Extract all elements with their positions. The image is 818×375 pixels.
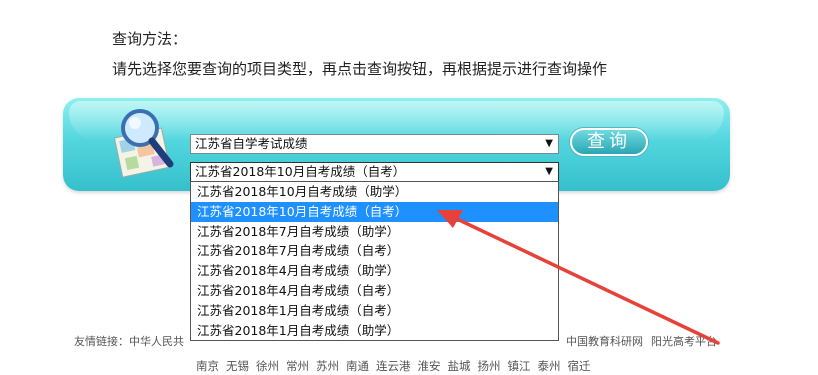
city-link[interactable]: 淮安 bbox=[418, 359, 441, 373]
city-link[interactable]: 苏州 bbox=[316, 359, 339, 373]
city-link[interactable]: 南京 bbox=[196, 359, 219, 373]
category-select-value: 江苏省自学考试成绩 bbox=[195, 136, 308, 151]
link-cernet[interactable]: 中国教育科研网 bbox=[566, 335, 643, 348]
friend-links-list: 中国教育科研网 阳光高考平台 bbox=[566, 333, 725, 349]
dropdown-option[interactable]: 江苏省2018年10月自考成绩（自考） bbox=[191, 201, 558, 222]
dropdown-option[interactable]: 江苏省2018年10月自考成绩（助学） bbox=[191, 182, 558, 202]
city-link[interactable]: 南通 bbox=[346, 359, 369, 373]
dropdown-option[interactable]: 江苏省2018年1月自考成绩（自考） bbox=[191, 301, 558, 321]
city-links: 南京 无锡 徐州 常州 苏州 南通 连云港 淮安 盐城 扬州 镇江 泰州 宿迁 bbox=[196, 358, 598, 374]
dropdown-option[interactable]: 江苏省2018年7月自考成绩（自考） bbox=[191, 241, 558, 261]
chevron-down-icon: ▼ bbox=[545, 166, 553, 177]
item-select[interactable]: 江苏省2018年10月自考成绩（自考） ▼ bbox=[190, 162, 559, 182]
city-link[interactable]: 镇江 bbox=[508, 359, 531, 373]
dropdown-option[interactable]: 江苏省2018年4月自考成绩（助学） bbox=[191, 261, 558, 281]
city-link[interactable]: 盐城 bbox=[448, 359, 471, 373]
magnifier-over-map-icon bbox=[113, 109, 174, 178]
instructions-text: 请先选择您要查询的项目类型，再点击查询按钮，再根据提示进行查询操作 bbox=[112, 60, 608, 78]
city-link[interactable]: 扬州 bbox=[478, 359, 501, 373]
city-link[interactable]: 宿迁 bbox=[568, 359, 591, 373]
city-link[interactable]: 连云港 bbox=[376, 359, 411, 373]
link-gaokao[interactable]: 阳光高考平台 bbox=[651, 335, 717, 348]
city-link[interactable]: 常州 bbox=[286, 359, 309, 373]
chevron-down-icon: ▼ bbox=[545, 138, 553, 149]
category-select[interactable]: 江苏省自学考试成绩 ▼ bbox=[190, 134, 559, 154]
dropdown-option[interactable]: 江苏省2018年4月自考成绩（自考） bbox=[191, 281, 558, 301]
dropdown-option[interactable]: 江苏省2018年7月自考成绩（助学） bbox=[191, 222, 558, 242]
city-link[interactable]: 徐州 bbox=[256, 359, 279, 373]
city-link[interactable]: 无锡 bbox=[226, 359, 249, 373]
item-select-value: 江苏省2018年10月自考成绩（自考） bbox=[195, 164, 406, 179]
query-button[interactable]: 查询 bbox=[570, 128, 648, 156]
friend-links-label: 友情链接：中华人民共 bbox=[74, 335, 184, 348]
item-dropdown-list: 江苏省2018年10月自考成绩（助学） 江苏省2018年10月自考成绩（自考） … bbox=[190, 181, 559, 341]
city-link[interactable]: 泰州 bbox=[538, 359, 561, 373]
instructions-title: 查询方法： bbox=[112, 30, 188, 48]
dropdown-option[interactable]: 江苏省2018年1月自考成绩（助学） bbox=[191, 321, 558, 341]
